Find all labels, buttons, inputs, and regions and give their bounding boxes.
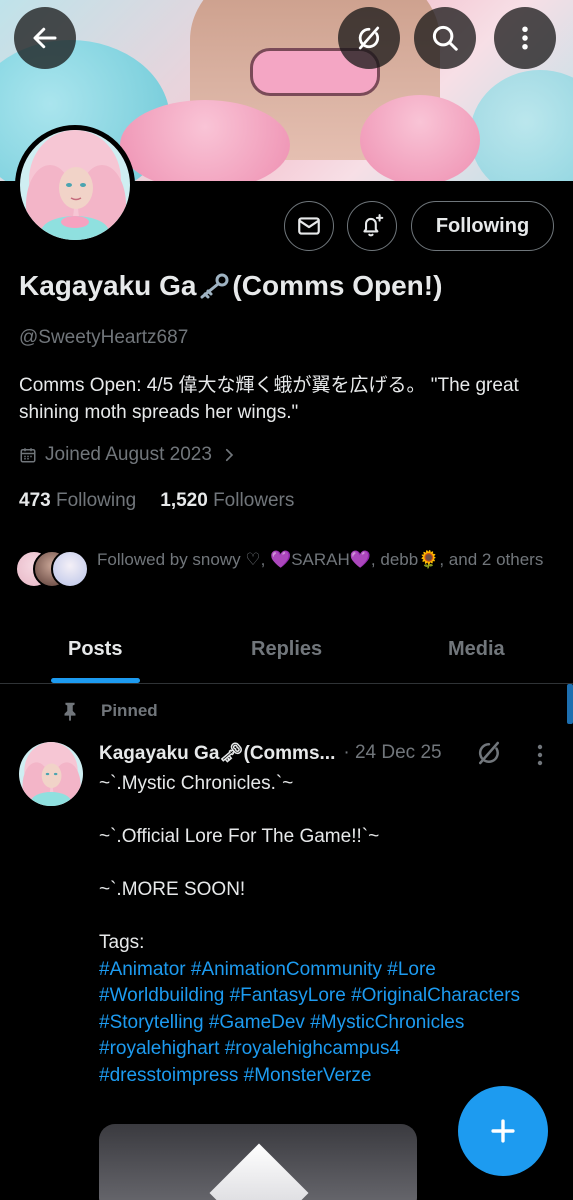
post-line: Tags:: [99, 932, 145, 953]
followers-count: 1,520: [160, 490, 208, 511]
profile-name-suffix: (Comms Open!): [232, 269, 443, 301]
grok-button[interactable]: [338, 7, 400, 69]
following-label: Following: [55, 490, 137, 511]
post-hashtags[interactable]: #Animator #AnimationCommunity #Lore #Wor…: [99, 957, 539, 1090]
post-line: ~`.Official Lore For The Game!!`~: [99, 826, 380, 847]
joined-date[interactable]: Joined August 2023: [19, 444, 238, 466]
notifications-button[interactable]: [347, 201, 397, 251]
post-line: ~`.Mystic Chronicles.`~: [99, 773, 294, 794]
post-date[interactable]: · 24 Dec 25: [343, 742, 441, 764]
grok-icon: [358, 26, 380, 50]
back-button[interactable]: [14, 7, 76, 69]
following-button[interactable]: Following: [411, 201, 554, 251]
more-vertical-icon: [522, 26, 528, 50]
calendar-icon: [20, 448, 36, 463]
search-button[interactable]: [414, 7, 476, 69]
profile-bio: Comms Open: 4/5 偉大な輝く蛾が翼を広げる。 "The great…: [19, 375, 519, 423]
post-more-icon[interactable]: [530, 740, 550, 770]
key-icon: [200, 273, 229, 299]
avatar: [51, 550, 89, 588]
profile-tabs: Posts Replies Media: [0, 620, 573, 684]
followed-by-avatars: [15, 550, 95, 592]
followers-label: Followers: [213, 490, 295, 511]
pinned-label: Pinned: [101, 701, 158, 720]
post-line: ~`.MORE SOON!: [99, 879, 246, 900]
followers-stat[interactable]: 1,520 Followers: [160, 490, 294, 512]
profile-name-prefix: Kagayaku Ga: [19, 269, 197, 301]
profile-name: Kagayaku Ga (Comms Open!): [19, 268, 442, 302]
pinned-indicator: Pinned: [59, 700, 158, 722]
active-tab-indicator: [51, 678, 140, 683]
search-icon: [432, 25, 458, 51]
following-count: 473: [19, 490, 51, 511]
plus-icon: [491, 1119, 515, 1143]
scrollbar[interactable]: [567, 684, 573, 724]
joined-label: Joined August 2023: [45, 444, 212, 465]
tab-posts[interactable]: Posts: [68, 638, 122, 661]
tab-media[interactable]: Media: [448, 638, 505, 661]
message-button[interactable]: [284, 201, 334, 251]
grok-icon[interactable]: [474, 738, 504, 768]
post-author[interactable]: Kagayaku Ga🗝(Comms...: [99, 741, 335, 765]
follow-stats: 473 Following 1,520 Followers: [19, 490, 294, 512]
post-header: Kagayaku Ga🗝(Comms... · 24 Dec 25: [99, 741, 499, 765]
media-image: [209, 1143, 309, 1200]
post-avatar[interactable]: [19, 742, 83, 806]
post-body[interactable]: ~`.Mystic Chronicles.`~ ~`.Official Lore…: [99, 771, 539, 1089]
chevron-right-icon: [225, 448, 234, 462]
pin-icon: [64, 702, 76, 722]
followed-by-text: Followed by snowy ♡, 💜SARAH💜, debb🌻, and…: [97, 550, 544, 569]
tab-replies[interactable]: Replies: [251, 638, 322, 661]
mail-icon: [298, 217, 320, 235]
avatar-image: [19, 742, 83, 806]
following-stat[interactable]: 473 Following: [19, 490, 136, 512]
avatar-image: [20, 130, 130, 240]
profile-handle: @SweetyHeartz687: [19, 327, 189, 348]
compose-button[interactable]: [458, 1086, 548, 1176]
profile-avatar[interactable]: [15, 125, 135, 245]
bell-plus-icon: [363, 214, 384, 237]
post-media[interactable]: [99, 1124, 417, 1200]
arrow-left-icon: [33, 27, 57, 49]
more-button[interactable]: [494, 7, 556, 69]
